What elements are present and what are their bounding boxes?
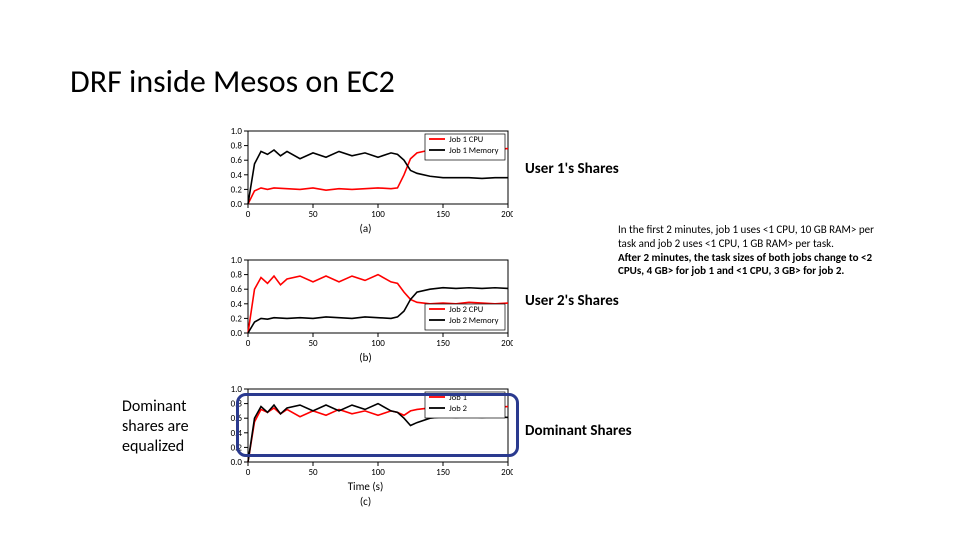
svg-text:0.8: 0.8 xyxy=(231,270,243,281)
svg-text:Job 1 CPU: Job 1 CPU xyxy=(449,135,483,145)
svg-text:100: 100 xyxy=(371,209,385,220)
svg-text:50: 50 xyxy=(308,467,318,478)
svg-text:0: 0 xyxy=(246,209,251,220)
svg-text:0.2: 0.2 xyxy=(231,442,243,453)
left-note: Dominant shares are equalized xyxy=(122,397,212,457)
svg-text:0.6: 0.6 xyxy=(231,413,243,424)
chart-a: 0.0 0.2 0.4 0.6 0.8 1.0 0 50 100 150 200 Job 1 CPUJ… xyxy=(218,125,513,230)
svg-text:0: 0 xyxy=(246,338,251,349)
side-label-b: User 2's Shares xyxy=(525,292,619,310)
svg-text:0.4: 0.4 xyxy=(231,299,243,310)
svg-text:Job 2 CPU: Job 2 CPU xyxy=(449,305,483,315)
svg-text:1.0: 1.0 xyxy=(231,255,243,266)
svg-text:200: 200 xyxy=(501,209,513,220)
svg-text:Job 2 Memory: Job 2 Memory xyxy=(449,316,499,326)
svg-text:0.2: 0.2 xyxy=(231,313,243,324)
svg-text:1.0: 1.0 xyxy=(231,384,243,395)
svg-text:50: 50 xyxy=(308,338,318,349)
svg-text:0.4: 0.4 xyxy=(231,170,243,181)
svg-text:150: 150 xyxy=(436,209,450,220)
svg-text:0.2: 0.2 xyxy=(231,184,243,195)
svg-text:0.8: 0.8 xyxy=(231,141,243,152)
svg-text:0.6: 0.6 xyxy=(231,155,243,166)
svg-text:100: 100 xyxy=(371,338,385,349)
svg-text:150: 150 xyxy=(436,338,450,349)
chart-c: 0.0 0.2 0.4 0.6 0.8 1.0 0 50 100 150 200 Job 1Job 2… xyxy=(218,383,513,503)
svg-text:Job 2: Job 2 xyxy=(449,404,467,414)
side-label-c: Dominant Shares xyxy=(525,422,632,440)
svg-text:150: 150 xyxy=(436,467,450,478)
side-label-a: User 1's Shares xyxy=(525,160,619,178)
svg-text:Job 1: Job 1 xyxy=(449,393,467,403)
svg-text:0.0: 0.0 xyxy=(231,457,243,468)
chart-c-sub: (c) xyxy=(218,495,513,508)
svg-text:0.4: 0.4 xyxy=(231,428,243,439)
svg-text:0.0: 0.0 xyxy=(231,328,243,339)
charts-column: 0.00.20.40.60.81.0050100150200Job 1 CPUJ… xyxy=(218,125,513,503)
chart-a-sub: (a) xyxy=(218,222,513,235)
chart-c-xlabel: Time (s) xyxy=(218,480,513,493)
svg-text:100: 100 xyxy=(371,467,385,478)
svg-text:0.0: 0.0 xyxy=(231,199,243,210)
svg-text:0.8: 0.8 xyxy=(231,399,243,410)
svg-text:200: 200 xyxy=(501,338,513,349)
svg-text:50: 50 xyxy=(308,209,318,220)
chart-b-sub: (b) xyxy=(218,351,513,364)
description-text: In the first 2 minutes, job 1 uses <1 CP… xyxy=(618,223,878,278)
desc-bold: After 2 minutes, the task sizes of both … xyxy=(618,251,872,278)
page-title: DRF inside Mesos on EC2 xyxy=(70,62,395,101)
svg-text:1.0: 1.0 xyxy=(231,126,243,137)
desc-normal: In the first 2 minutes, job 1 uses <1 CP… xyxy=(618,223,874,250)
chart-b: 0.0 0.2 0.4 0.6 0.8 1.0 0 50 100 150 200 Job 2 CPUJ… xyxy=(218,254,513,359)
svg-text:Job 1 Memory: Job 1 Memory xyxy=(449,146,499,156)
svg-text:200: 200 xyxy=(501,467,513,478)
svg-text:0: 0 xyxy=(246,467,251,478)
svg-text:0.6: 0.6 xyxy=(231,284,243,295)
